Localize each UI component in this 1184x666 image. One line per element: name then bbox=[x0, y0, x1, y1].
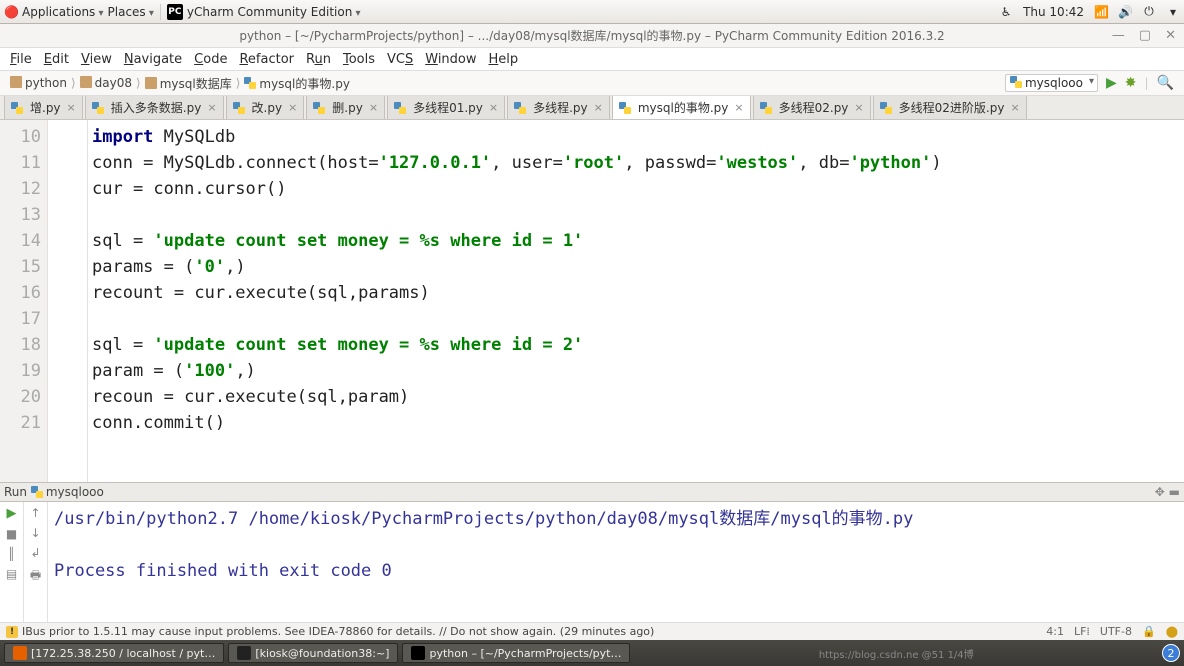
tab-item[interactable]: 多线程01.py× bbox=[387, 96, 505, 119]
places-menu[interactable]: Places bbox=[108, 5, 154, 19]
taskbar-pycharm[interactable]: python – [~/PycharmProjects/pyt… bbox=[402, 643, 630, 663]
window-maximize[interactable]: ▢ bbox=[1139, 28, 1151, 43]
clock[interactable]: Thu 10:42 bbox=[1023, 5, 1084, 19]
print-icon[interactable]: 🖶 bbox=[30, 566, 41, 587]
menu-view[interactable]: View bbox=[77, 52, 116, 67]
close-tab-icon[interactable]: × bbox=[65, 101, 76, 114]
run-label: Run bbox=[4, 485, 27, 499]
menu-navigate[interactable]: Navigate bbox=[120, 52, 186, 67]
navigation-bar: python⟩ day08⟩ mysql数据库⟩ mysql的事物.py mys… bbox=[0, 70, 1184, 96]
menu-help[interactable]: Help bbox=[485, 52, 523, 67]
window-close[interactable]: ✕ bbox=[1165, 28, 1176, 43]
terminal-icon bbox=[237, 646, 251, 660]
console-output[interactable]: /usr/bin/python2.7 /home/kiosk/PycharmPr… bbox=[48, 502, 1184, 622]
down-stack-icon[interactable]: ↓ bbox=[30, 526, 40, 540]
pycharm-icon bbox=[411, 646, 425, 660]
main-menubar: File Edit View Navigate Code Refactor Ru… bbox=[0, 48, 1184, 70]
close-tab-icon[interactable]: × bbox=[592, 101, 603, 114]
close-tab-icon[interactable]: × bbox=[205, 101, 216, 114]
wrap-icon[interactable]: ↲ bbox=[30, 546, 40, 560]
stop-button[interactable]: ■ bbox=[6, 527, 17, 541]
watermark: https://blog.csdn.ne @51 1/4博 bbox=[819, 646, 974, 661]
rerun-button[interactable]: ▶ bbox=[7, 506, 17, 521]
line-gutter: 10 11 12 13 14 15 16 17 18 19 20 21 bbox=[0, 120, 48, 482]
run-config-name: mysqlooo bbox=[46, 485, 104, 499]
inspection-indicator-icon[interactable]: ⬤ bbox=[1166, 625, 1178, 638]
menu-file[interactable]: File bbox=[6, 52, 36, 67]
applications-menu[interactable]: Applications bbox=[22, 5, 104, 19]
menu-window[interactable]: Window bbox=[421, 52, 480, 67]
close-tab-icon[interactable]: × bbox=[1008, 101, 1019, 114]
tab-item-active[interactable]: mysql的事物.py× bbox=[612, 96, 751, 119]
app-menu[interactable]: yCharm Community Edition bbox=[187, 5, 361, 19]
crumb-mysql-db[interactable]: mysql数据库 bbox=[145, 75, 232, 92]
desktop-taskbar: [172.25.38.250 / localhost / pyt… [kiosk… bbox=[0, 640, 1184, 666]
run-toolwindow-header: Run mysqlooo ✥ ▬ bbox=[0, 482, 1184, 502]
status-bar: ! IBus prior to 1.5.11 may cause input p… bbox=[0, 622, 1184, 640]
pycharm-icon: PC bbox=[167, 4, 183, 20]
menu-tools[interactable]: Tools bbox=[339, 52, 379, 67]
tab-item[interactable]: 增.py× bbox=[4, 96, 83, 119]
taskbar-terminal[interactable]: [kiosk@foundation38:~] bbox=[228, 643, 398, 663]
crumb-root[interactable]: python bbox=[10, 76, 67, 90]
run-button[interactable]: ▶ bbox=[1106, 75, 1117, 91]
notification-badge[interactable]: 2 bbox=[1162, 644, 1180, 662]
window-minimize[interactable]: — bbox=[1112, 28, 1125, 43]
menu-run[interactable]: Run bbox=[302, 52, 335, 67]
system-menubar: 🔴 Applications Places PC yCharm Communit… bbox=[0, 0, 1184, 24]
close-tab-icon[interactable]: × bbox=[286, 101, 297, 114]
menu-code[interactable]: Code bbox=[190, 52, 231, 67]
accessibility-icon[interactable]: ♿ bbox=[999, 5, 1013, 19]
power-icon[interactable]: ⏻ bbox=[1142, 4, 1156, 19]
tab-item[interactable]: 插入多条数据.py× bbox=[85, 96, 224, 119]
close-tab-icon[interactable]: × bbox=[367, 101, 378, 114]
code-area[interactable]: import MySQLdb conn = MySQLdb.connect(ho… bbox=[88, 120, 1184, 482]
close-tab-icon[interactable]: × bbox=[732, 101, 743, 114]
firefox-icon bbox=[13, 646, 27, 660]
menu-edit[interactable]: Edit bbox=[40, 52, 73, 67]
editor[interactable]: 10 11 12 13 14 15 16 17 18 19 20 21 impo… bbox=[0, 120, 1184, 482]
user-menu-icon[interactable]: ▾ bbox=[1166, 5, 1180, 19]
tab-item[interactable]: 改.py× bbox=[226, 96, 305, 119]
debug-button[interactable]: ✸ bbox=[1125, 75, 1137, 91]
tab-item[interactable]: 多线程.py× bbox=[507, 96, 610, 119]
warning-icon[interactable]: ! bbox=[6, 626, 18, 638]
editor-tabs: 增.py× 插入多条数据.py× 改.py× 删.py× 多线程01.py× 多… bbox=[0, 96, 1184, 120]
toolwindow-settings-icon[interactable]: ✥ ▬ bbox=[1155, 485, 1180, 499]
tab-item[interactable]: 多线程02.py× bbox=[753, 96, 871, 119]
menu-vcs[interactable]: VCS bbox=[383, 52, 417, 67]
window-titlebar: python – [~/PycharmProjects/python] – ..… bbox=[0, 24, 1184, 48]
line-separator[interactable]: LF⁞ bbox=[1074, 625, 1090, 638]
pause-button[interactable]: ║ bbox=[8, 547, 15, 561]
network-icon[interactable]: 📶 bbox=[1094, 5, 1108, 19]
tab-item[interactable]: 多线程02进阶版.py× bbox=[873, 96, 1027, 119]
up-stack-icon[interactable]: ↑ bbox=[30, 506, 40, 520]
volume-icon[interactable]: 🔊 bbox=[1118, 5, 1132, 19]
taskbar-firefox[interactable]: [172.25.38.250 / localhost / pyt… bbox=[4, 643, 224, 663]
run-toolwindow: ▶ ■ ║ ▤ ↑ ↓ ↲ 🖶 /usr/bin/python2.7 /home… bbox=[0, 502, 1184, 622]
close-tab-icon[interactable]: × bbox=[852, 101, 863, 114]
dump-button[interactable]: ▤ bbox=[6, 567, 17, 581]
search-everywhere-icon[interactable]: 🔍 bbox=[1157, 75, 1174, 91]
python-icon bbox=[31, 486, 43, 498]
menu-refactor[interactable]: Refactor bbox=[235, 52, 298, 67]
crumb-file[interactable]: mysql的事物.py bbox=[244, 75, 350, 92]
caret-position: 4:1 bbox=[1046, 625, 1064, 638]
run-config-select[interactable]: mysqlooo bbox=[1005, 74, 1098, 92]
activities-icon: 🔴 bbox=[4, 5, 18, 19]
window-title: python – [~/PycharmProjects/python] – ..… bbox=[239, 27, 944, 44]
crumb-day08[interactable]: day08 bbox=[80, 76, 132, 90]
status-message[interactable]: IBus prior to 1.5.11 may cause input pro… bbox=[22, 625, 654, 638]
file-encoding[interactable]: UTF-8 bbox=[1100, 625, 1132, 638]
tab-item[interactable]: 删.py× bbox=[306, 96, 385, 119]
readonly-lock-icon[interactable]: 🔒 bbox=[1142, 625, 1156, 638]
close-tab-icon[interactable]: × bbox=[487, 101, 498, 114]
